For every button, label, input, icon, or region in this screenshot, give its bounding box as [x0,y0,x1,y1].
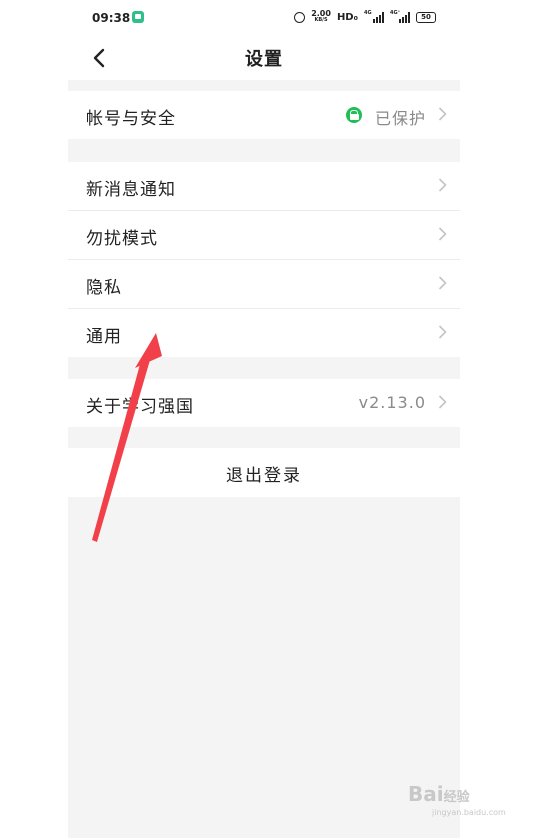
general-item[interactable]: 通用 [68,309,460,357]
chevron-right-icon [438,325,447,339]
watermark-url: jingyan.baidu.com [432,808,506,817]
account-security-label: 帐号与安全 [86,109,176,129]
notifications-item[interactable]: 新消息通知 [68,162,460,211]
account-status: 已保护 [374,109,426,128]
general-label: 通用 [86,327,122,347]
settings-group: 新消息通知 勿扰模式 隐私 通用 [68,162,460,357]
hd-icon: HD₀ [336,11,358,23]
logout-button[interactable]: 退出登录 [68,448,460,497]
chevron-right-icon [438,395,447,409]
network-speed-unit: KB/S [314,17,328,23]
about-group: 关于学习强国 v2.13.0 [68,379,460,427]
signal-1-label: 4G [364,9,372,16]
nav-bar: 设置 [68,36,460,80]
about-label: 关于学习强国 [86,397,194,417]
chevron-right-icon [438,107,447,121]
battery-icon: 50 [416,11,436,23]
watermark-brand: Bai [408,782,444,806]
privacy-item[interactable]: 隐私 [68,260,460,309]
privacy-label: 隐私 [86,278,122,298]
notifications-label: 新消息通知 [86,180,176,200]
status-bar: 09:38 2.00 KB/S HD₀ 4G 4G⁺ 50 [68,0,460,36]
logout-label: 退出登录 [226,466,302,486]
signal-2-label: 4G⁺ [390,9,401,16]
app-version: v2.13.0 [358,393,426,412]
page-title: 设置 [245,49,283,70]
signal-icon-1: 4G [364,9,384,23]
account-group: 帐号与安全 已保护 [68,91,460,139]
network-speed: 2.00 KB/S [311,10,331,24]
chevron-right-icon [438,178,447,192]
lock-icon [346,107,362,123]
account-security-item[interactable]: 帐号与安全 已保护 [68,91,460,139]
baidu-jingyan-watermark: Bai经验 jingyan.baidu.com [408,782,506,817]
status-time: 09:38 [92,11,131,25]
signal-icon-2: 4G⁺ [390,9,410,23]
status-indicators: 2.00 KB/S HD₀ 4G 4G⁺ 50 [294,10,436,24]
chevron-right-icon [438,227,447,241]
dnd-mode-item[interactable]: 勿扰模式 [68,211,460,260]
alarm-icon [294,11,306,23]
chevron-right-icon [438,276,447,290]
dnd-mode-label: 勿扰模式 [86,229,158,249]
notification-app-icon [132,11,144,23]
watermark-brand-suffix: 经验 [443,790,470,805]
phone-screen: 09:38 2.00 KB/S HD₀ 4G 4G⁺ 50 设置 帐号与安全 已… [68,0,460,838]
about-item[interactable]: 关于学习强国 v2.13.0 [68,379,460,427]
